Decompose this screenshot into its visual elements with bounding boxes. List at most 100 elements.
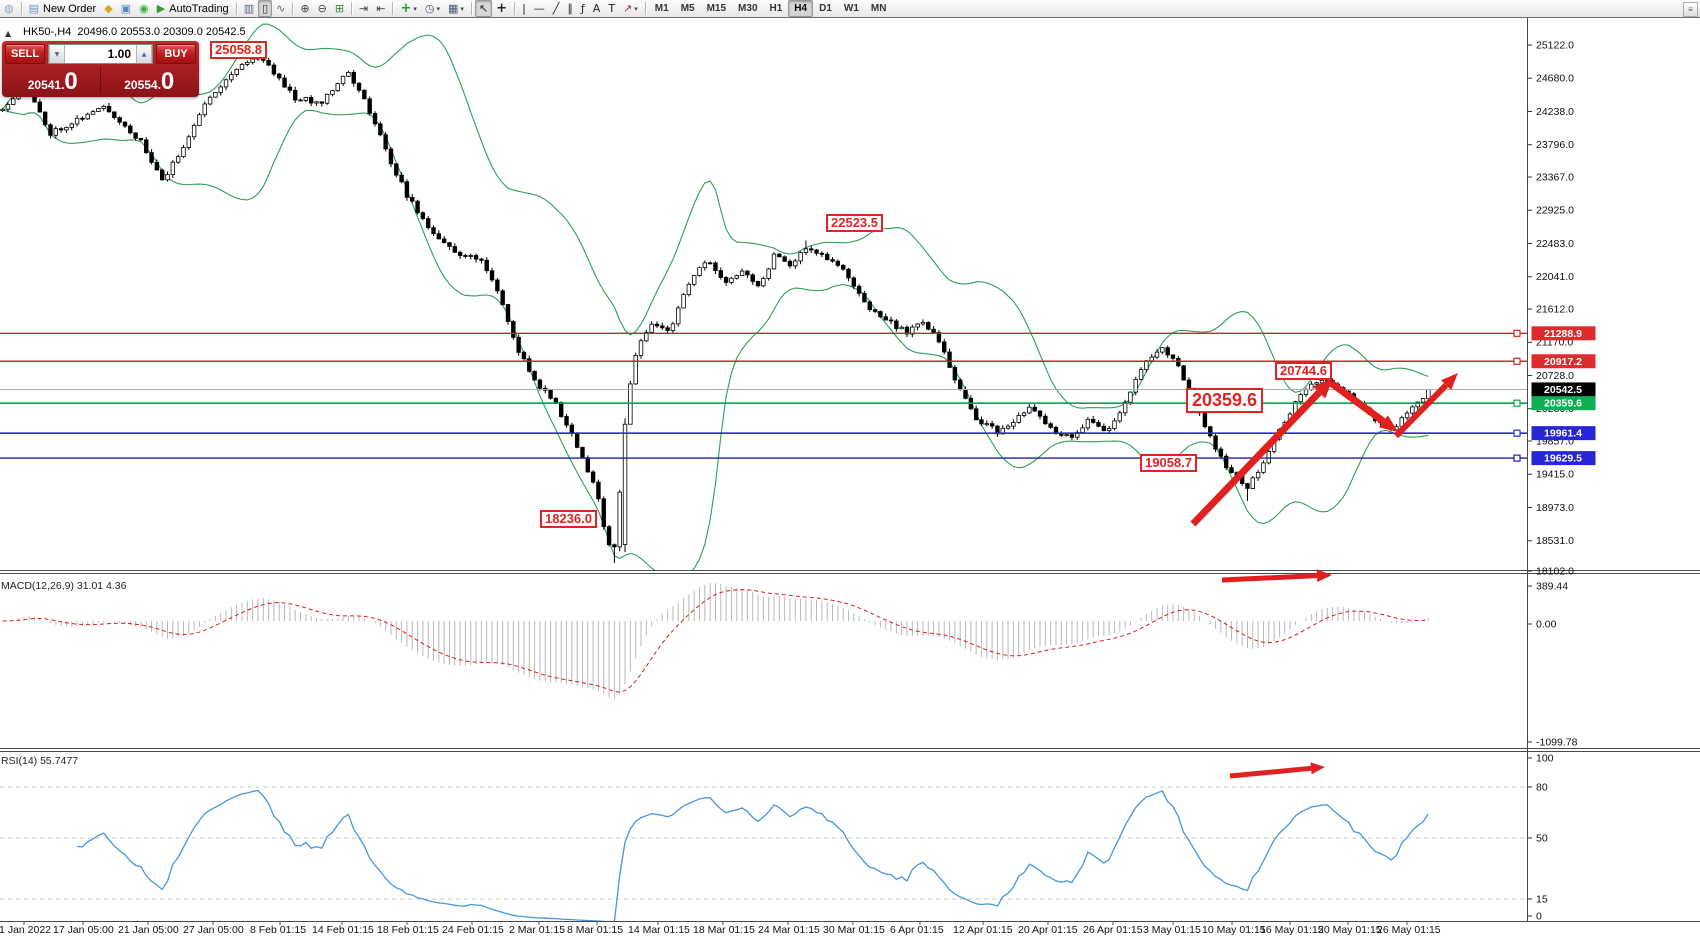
chart-annotation-18236.0[interactable]: 18236.0 [540,510,597,528]
price-tick-label: 18102.0 [1536,566,1574,578]
periods-menu-button[interactable]: ◷▾ [421,0,444,17]
time-axis-label: 30 Mar 01:15 [823,924,885,936]
price-tag-21288.9: 21288.9 [1532,326,1596,340]
toolbar-separator [21,2,22,15]
level-line-19629.5[interactable] [0,455,1527,461]
buy-button[interactable]: BUY [156,44,196,64]
buy-price-small: 20554. [124,78,161,92]
timeframe-H4[interactable]: H4 [788,0,813,17]
mt4-window: ◍▤New Order◆▣◉▶AutoTrading▥▯∿⊕⊖⊞⇥⇤+▾◷▾▦▾… [0,0,1700,940]
trend-arrow[interactable] [1396,373,1458,436]
zoom-out-button[interactable]: ⊖ [314,0,331,17]
arrows-menu-button[interactable]: ↗▾ [619,0,642,17]
chart-annotation-22523.5[interactable]: 22523.5 [826,214,883,232]
trendline-icon: ╱ [553,2,560,15]
trend-arrow[interactable] [1222,569,1332,582]
main-pane [1,24,1430,578]
level-handle[interactable] [1514,400,1520,406]
horizontal-line-button[interactable]: — [530,0,549,17]
chart-annotation-20744.6[interactable]: 20744.6 [1275,362,1332,380]
timeframe-M30[interactable]: M30 [732,0,763,17]
clipped-icon[interactable]: ◍ [0,0,18,17]
svg-text:20917.2: 20917.2 [1544,356,1582,368]
auto-scroll-button[interactable]: ⇥ [355,0,372,17]
time-axis-label: 2 Mar 01:15 [509,924,565,936]
time-axis-label: 17 Jan 05:00 [53,924,114,936]
sell-price-small: 20541. [28,78,65,92]
sell-button[interactable]: SELL [5,44,45,64]
trendline-button[interactable]: ╱ [549,0,564,17]
level-line-20359.6[interactable] [0,400,1527,406]
chart-symbol-title: HK50-,H4 20496.0 20553.0 20309.0 20542.5 [23,26,246,38]
cursor-button[interactable]: ↖ [475,0,492,17]
time-axis-label: 24 Mar 01:15 [758,924,820,936]
crosshair-button[interactable]: + [492,0,511,17]
level-handle[interactable] [1514,330,1520,336]
time-axis-label: 18 Feb 01:15 [377,924,439,936]
equidistant-channel-icon: ∥ [567,2,573,15]
line-chart-button[interactable]: ∿ [272,0,289,17]
level-handle[interactable] [1514,455,1520,461]
volume-value[interactable]: 1.00 [65,45,136,63]
toolbar: ◍▤New Order◆▣◉▶AutoTrading▥▯∿⊕⊖⊞⇥⇤+▾◷▾▦▾… [0,0,1700,18]
level-line-19961.4[interactable] [0,430,1527,436]
price-tick-label: 24238.0 [1536,106,1574,118]
navigator-icon: ◉ [139,2,149,15]
trend-arrow[interactable] [1331,383,1398,432]
new-order-button[interactable]: ▤New Order [25,0,101,17]
level-handle[interactable] [1514,358,1520,364]
timeframe-H1[interactable]: H1 [764,0,789,17]
time-axis-label: 3 May 01:15 [1143,924,1201,936]
vertical-line-button[interactable]: | [518,0,530,17]
level-handle[interactable] [1514,430,1520,436]
chart-annotation-20359.6[interactable]: 20359.6 [1186,388,1263,413]
volume-increase-button[interactable]: ▲ [136,45,152,63]
new-order-button-label: New Order [43,3,96,15]
candlestick-chart-button[interactable]: ▯ [258,0,272,17]
macd-histogram [3,583,1429,699]
price-tick-label: 22925.0 [1536,205,1574,217]
text-button[interactable]: A [589,0,605,17]
periods-menu-icon: ◷ [425,2,435,15]
equidistant-channel-button[interactable]: ∥ [563,0,577,17]
chart-annotation-19058.7[interactable]: 19058.7 [1140,454,1197,472]
metaeditor-button[interactable]: ◆ [100,0,116,17]
market-watch-icon: ▣ [121,2,131,15]
timeframe-M5[interactable]: M5 [675,0,701,17]
sell-price-big-digit: 0 [64,72,76,92]
chart-shift-button[interactable]: ⇤ [372,0,389,17]
svg-text:20542.5: 20542.5 [1544,384,1582,396]
templates-menu-button[interactable]: ▦▾ [444,0,468,17]
chart-annotation-25058.8[interactable]: 25058.8 [210,41,267,59]
bar-chart-button[interactable]: ▥ [240,0,258,17]
text-label-button[interactable]: T [604,0,619,17]
timeframe-D1[interactable]: D1 [813,0,838,17]
timeframe-M15[interactable]: M15 [701,0,732,17]
chevron-down-icon: ▾ [460,5,464,13]
time-axis-label: 24 Feb 01:15 [442,924,504,936]
chart-shift-icon: ⇤ [376,2,385,15]
time-axis-label: 26 May 01:15 [1377,924,1441,936]
timeframe-M1[interactable]: M1 [649,0,675,17]
time-axis-label: 27 Jan 05:00 [183,924,244,936]
tile-windows-button[interactable]: ⊞ [331,0,348,17]
navigator-button[interactable]: ◉ [135,0,153,17]
buy-price-display: 20554. 0 [102,66,197,93]
autotrading-button[interactable]: ▶AutoTrading [153,0,233,17]
zoom-in-button[interactable]: ⊕ [296,0,313,17]
timeframe-W1[interactable]: W1 [838,0,865,17]
macd-pane [3,583,1429,699]
volume-decrease-button[interactable]: ▼ [49,45,65,63]
toolbar-overflow-button[interactable]: ≡ [1683,2,1698,17]
macd-scale-label: -1099.78 [1536,737,1578,749]
svg-text:19629.5: 19629.5 [1544,453,1582,465]
indicators-menu-button[interactable]: +▾ [396,0,420,17]
market-watch-button[interactable]: ▣ [117,0,135,17]
timeframe-MN[interactable]: MN [865,0,893,17]
toolbar-separator [236,2,237,15]
crosshair-icon: + [496,2,507,15]
trend-arrow[interactable] [1230,762,1325,776]
one-click-collapse-icon[interactable]: ▲ [5,29,11,38]
level-line-21288.9[interactable] [0,330,1527,336]
fibonacci-button[interactable]: ƒ [577,0,589,17]
